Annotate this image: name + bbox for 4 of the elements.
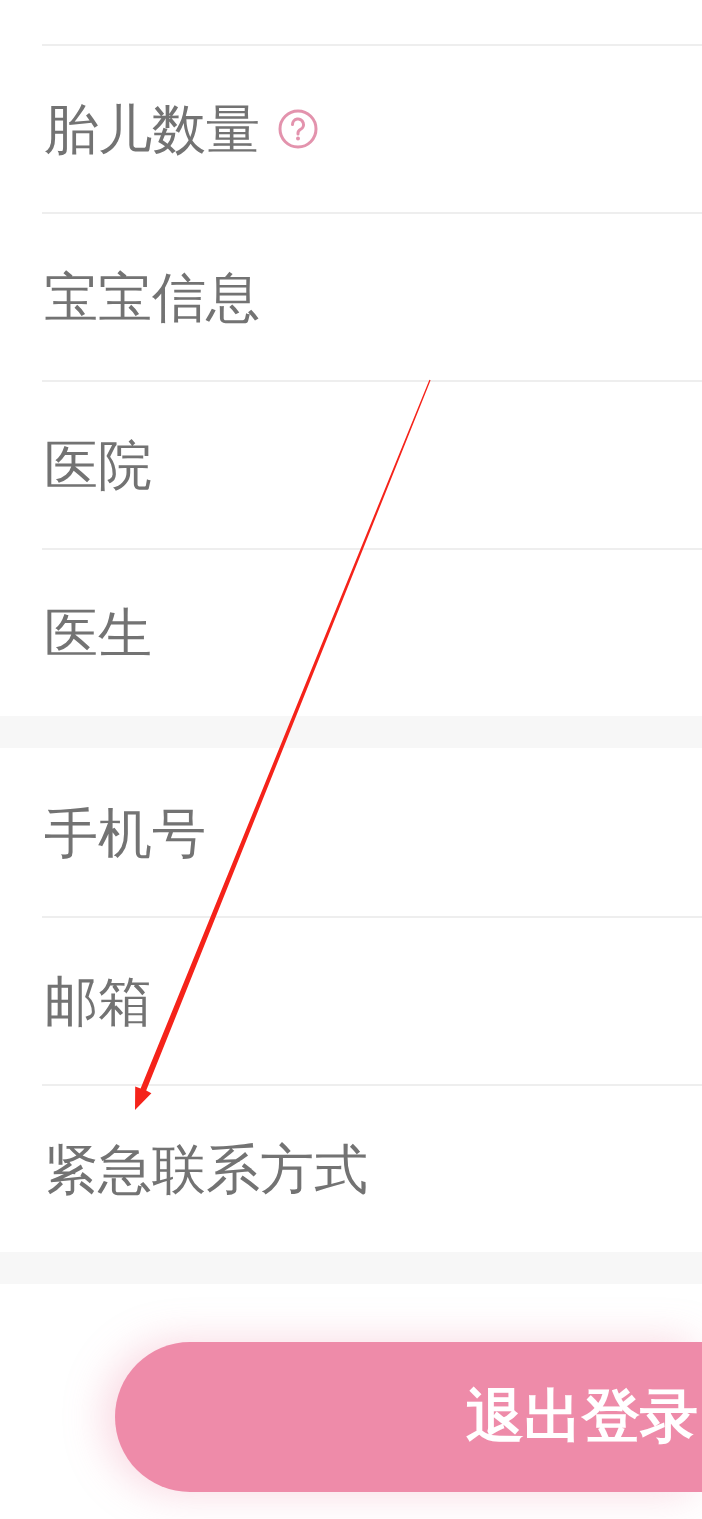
settings-item[interactable]: 宝宝信息: [42, 212, 702, 380]
help-icon[interactable]: [278, 109, 318, 149]
settings-item[interactable]: 胎儿数量: [42, 44, 702, 212]
settings-item[interactable]: 手机号: [42, 748, 702, 916]
